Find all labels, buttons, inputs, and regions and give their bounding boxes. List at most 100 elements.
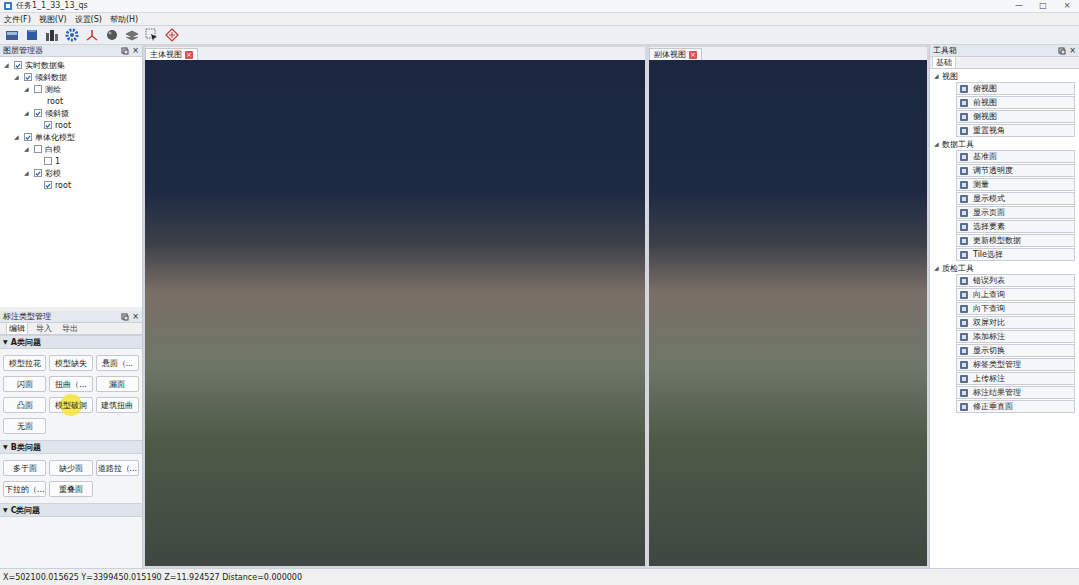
window-control[interactable]: ×: [1055, 0, 1079, 12]
issue-button[interactable]: 道路拉（...: [96, 460, 139, 476]
view-tab[interactable]: 副体视图×: [649, 48, 702, 60]
issue-button[interactable]: 凸面: [3, 397, 46, 413]
tool-button[interactable]: 选择要素: [956, 220, 1075, 233]
float-icon[interactable]: [121, 47, 129, 55]
layers-icon[interactable]: [124, 27, 140, 43]
tree-label[interactable]: 1: [55, 156, 60, 167]
tree-label[interactable]: 白模: [45, 144, 61, 155]
issue-button[interactable]: 重叠面: [49, 481, 92, 497]
tool-button[interactable]: 添加标注: [956, 330, 1075, 343]
button-label[interactable]: 模型拉花: [9, 358, 41, 369]
tab[interactable]: 编辑: [6, 322, 28, 334]
expand-toggle[interactable]: ◢: [14, 72, 21, 82]
issue-button[interactable]: 下拉的（...: [3, 481, 46, 497]
tool-button[interactable]: 向上查询: [956, 288, 1075, 301]
gear-icon[interactable]: [64, 27, 80, 43]
view-close-button[interactable]: ×: [689, 51, 697, 59]
button-label[interactable]: 多于面: [13, 463, 37, 474]
tool-label[interactable]: 修正垂直面: [973, 401, 1013, 412]
button-label[interactable]: 建筑扭曲: [101, 400, 133, 411]
expand-toggle[interactable]: ◢: [24, 108, 31, 118]
tool-button[interactable]: Tile选择: [956, 248, 1075, 261]
float-icon[interactable]: [1058, 47, 1066, 55]
tool-button[interactable]: 测量: [956, 178, 1075, 191]
expand-toggle[interactable]: ◢: [24, 144, 31, 154]
tool-button[interactable]: 前视图: [956, 96, 1075, 109]
window-control[interactable]: □: [1031, 0, 1055, 12]
view-tab-label[interactable]: 副体视图: [654, 49, 686, 60]
tile-icon[interactable]: [164, 27, 180, 43]
checkbox[interactable]: [24, 73, 32, 81]
select-icon[interactable]: [144, 27, 160, 43]
tree-item[interactable]: root: [0, 119, 142, 131]
button-label[interactable]: 无面: [17, 421, 33, 432]
toolbox-section-header[interactable]: ◢数据工具: [930, 138, 1079, 150]
tree-label[interactable]: root: [47, 96, 63, 107]
tree-item[interactable]: ◢实时数据集: [0, 59, 142, 71]
tree-label[interactable]: 彩模: [45, 168, 61, 179]
issue-button[interactable]: 无面: [3, 418, 46, 434]
tool-button[interactable]: 调节透明度: [956, 164, 1075, 177]
tree-item[interactable]: root: [0, 95, 142, 107]
tool-button[interactable]: 上传标注: [956, 372, 1075, 385]
button-label[interactable]: 扭曲（...: [55, 379, 87, 390]
issue-button[interactable]: 建筑扭曲: [96, 397, 139, 413]
tree-label[interactable]: root: [55, 180, 71, 191]
tree-item[interactable]: ◢单体化模型: [0, 131, 142, 143]
tool-label[interactable]: 双屏对比: [973, 317, 1005, 328]
tool-button[interactable]: 侧视图: [956, 110, 1075, 123]
button-label[interactable]: 缺少面: [59, 463, 83, 474]
tree-label[interactable]: 实时数据集: [25, 60, 65, 71]
tool-button[interactable]: 显示页面: [956, 206, 1075, 219]
checkbox[interactable]: [34, 109, 42, 117]
tree-label[interactable]: 测绘: [45, 84, 61, 95]
checkbox[interactable]: [34, 85, 42, 93]
menu-item[interactable]: 设置(S): [75, 14, 102, 25]
tool-label[interactable]: 标注结果管理: [973, 387, 1021, 398]
tool-label[interactable]: 错误列表: [973, 275, 1005, 286]
tool-label[interactable]: Tile选择: [973, 249, 1003, 260]
tree-item[interactable]: ◢ 测绘: [0, 83, 142, 95]
issue-button[interactable]: 模型缺失: [49, 355, 92, 371]
expand-toggle[interactable]: ◢: [24, 168, 31, 178]
tree-label[interactable]: 单体化模型: [35, 132, 75, 143]
tool-label[interactable]: 选择要素: [973, 221, 1005, 232]
view-tab[interactable]: 主体视图×: [145, 48, 198, 60]
issue-button[interactable]: 模型破洞: [49, 397, 92, 413]
checkbox[interactable]: [24, 133, 32, 141]
checkbox[interactable]: [14, 61, 22, 69]
tool-label[interactable]: 俯视图: [973, 83, 997, 94]
issue-button[interactable]: 模型拉花: [3, 355, 46, 371]
tree-item[interactable]: ◢ 白模: [0, 143, 142, 155]
menu-item[interactable]: 帮助(H): [110, 14, 138, 25]
tool-button[interactable]: 基准面: [956, 150, 1075, 163]
checkbox[interactable]: [44, 181, 52, 189]
tree-label[interactable]: 倾斜数据: [35, 72, 67, 83]
tool-button[interactable]: 标签类型管理: [956, 358, 1075, 371]
tool-label[interactable]: 调节透明度: [973, 165, 1013, 176]
button-label[interactable]: 重叠面: [59, 484, 83, 495]
building-icon[interactable]: [44, 27, 60, 43]
tool-button[interactable]: 标注结果管理: [956, 386, 1075, 399]
tool-label[interactable]: 更新模型数据: [973, 235, 1021, 246]
tool-label[interactable]: 向上查询: [973, 289, 1005, 300]
button-label[interactable]: 道路拉（...: [98, 463, 138, 474]
button-label[interactable]: 漏面: [109, 379, 125, 390]
checkbox[interactable]: [44, 157, 52, 165]
issue-button[interactable]: 多于面: [3, 460, 46, 476]
tool-button[interactable]: 修正垂直面: [956, 400, 1075, 413]
collapse-toggle[interactable]: ◢: [934, 71, 939, 81]
close-button[interactable]: ×: [132, 311, 139, 322]
tool-button[interactable]: 俯视图: [956, 82, 1075, 95]
view-tab-label[interactable]: 主体视图: [150, 49, 182, 60]
expand-toggle[interactable]: ◢: [24, 84, 31, 94]
button-label[interactable]: 下拉的（...: [5, 484, 45, 495]
tool-button[interactable]: 显示模式: [956, 192, 1075, 205]
float-icon[interactable]: [121, 313, 129, 321]
collapse-toggle[interactable]: ▼: [3, 505, 8, 515]
tool-label[interactable]: 测量: [973, 179, 989, 190]
button-label[interactable]: 模型缺失: [55, 358, 87, 369]
button-label[interactable]: 悬面（...: [102, 358, 134, 369]
scene-view[interactable]: [145, 60, 645, 566]
tree-item[interactable]: 1: [0, 155, 142, 167]
